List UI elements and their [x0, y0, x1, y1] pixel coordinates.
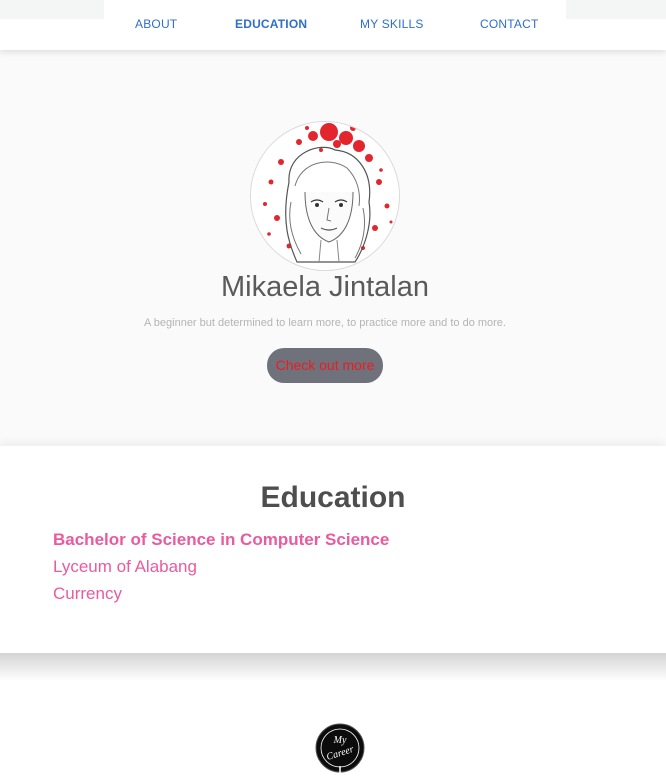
education-status: Currency — [53, 584, 122, 603]
education-section: Education Bachelor of Science in Compute… — [0, 446, 666, 653]
navbar-side-right — [566, 0, 666, 19]
profile-avatar — [250, 121, 400, 271]
logo-text-my: My — [333, 735, 347, 746]
education-heading: Education — [260, 481, 406, 514]
hero-name: Mikaela Jintalan — [221, 271, 429, 303]
footer-shadow-band — [0, 653, 666, 681]
check-out-more-button[interactable]: Check out more — [267, 348, 383, 383]
portrait-sketch-image — [251, 122, 399, 270]
nav-link-education[interactable]: EDUCATION — [235, 17, 307, 31]
top-navbar: ABOUT EDUCATION MY SKILLS CONTACT — [0, 0, 666, 50]
nav-link-contact[interactable]: CONTACT — [480, 17, 539, 31]
education-degree: Bachelor of Science in Computer Science — [53, 530, 390, 549]
hero-tagline: A beginner but determined to learn more,… — [144, 317, 506, 329]
nav-link-my-skills[interactable]: MY SKILLS — [360, 17, 424, 31]
hero-section: Mikaela Jintalan A beginner but determin… — [0, 50, 666, 446]
nav-link-about[interactable]: ABOUT — [135, 17, 177, 31]
my-career-logo[interactable]: My Career — [315, 723, 365, 773]
education-school: Lyceum of Alabang — [53, 557, 197, 576]
footer: My Career — [0, 681, 666, 784]
navbar-side-left — [0, 0, 104, 19]
